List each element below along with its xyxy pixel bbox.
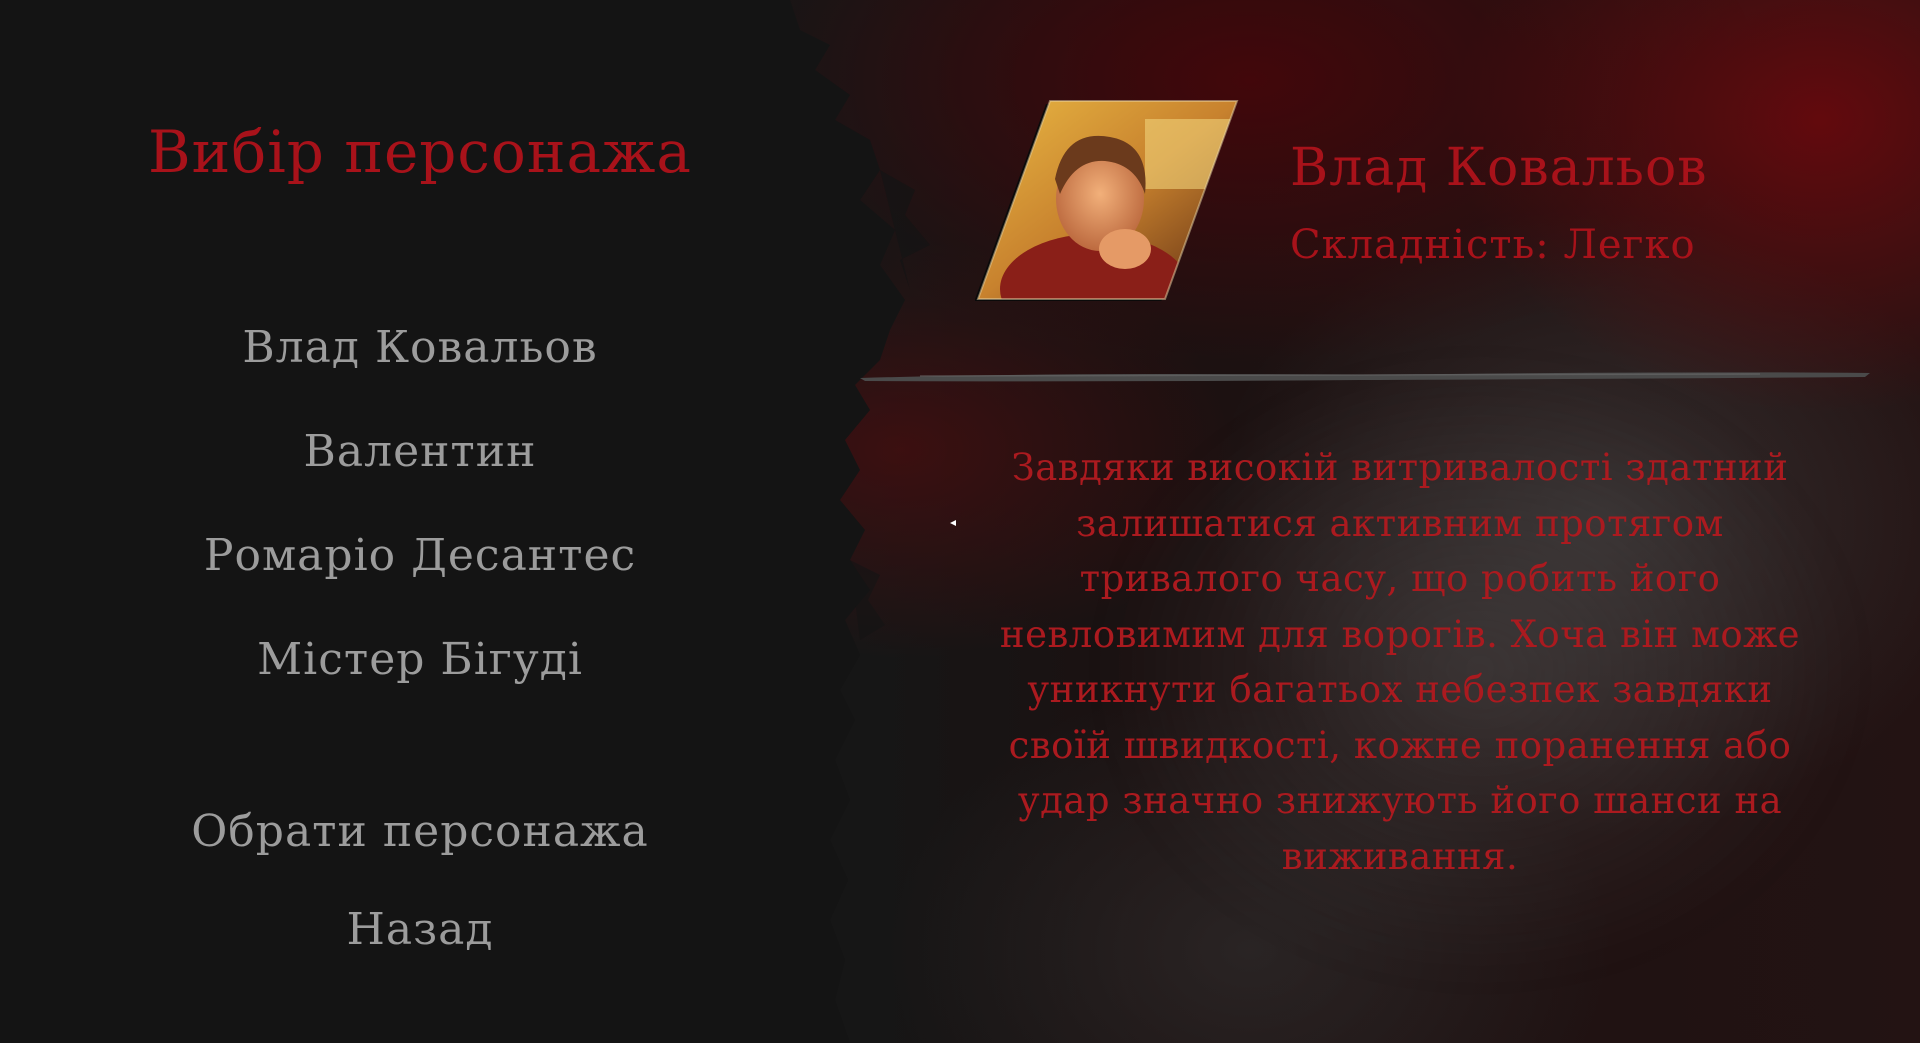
character-select-screen: Вибір персонажа Влад Ковальов Валентин Р…: [0, 0, 1920, 1043]
character-option-vlad[interactable]: Влад Ковальов: [120, 312, 720, 416]
mouse-cursor-icon: [950, 520, 956, 526]
difficulty-label: Складність: Легко: [1290, 222, 1696, 268]
action-list: Обрати персонажа Назад: [120, 796, 720, 992]
character-option-valentyn[interactable]: Валентин: [120, 416, 720, 520]
select-character-button[interactable]: Обрати персонажа: [120, 796, 720, 894]
page-title: Вибір персонажа: [148, 118, 692, 186]
selected-character-name: Влад Ковальов: [1290, 138, 1708, 198]
character-option-mister-bigudi[interactable]: Містер Бігуді: [120, 624, 720, 728]
character-option-romario[interactable]: Ромаріо Десантес: [120, 520, 720, 624]
brush-divider: [860, 372, 1870, 382]
back-button[interactable]: Назад: [120, 894, 720, 992]
character-portrait: [975, 99, 1240, 301]
character-list: Влад Ковальов Валентин Ромаріо Десантес …: [120, 312, 720, 728]
character-description: Завдяки високій витривалості здатний зал…: [999, 446, 1801, 878]
